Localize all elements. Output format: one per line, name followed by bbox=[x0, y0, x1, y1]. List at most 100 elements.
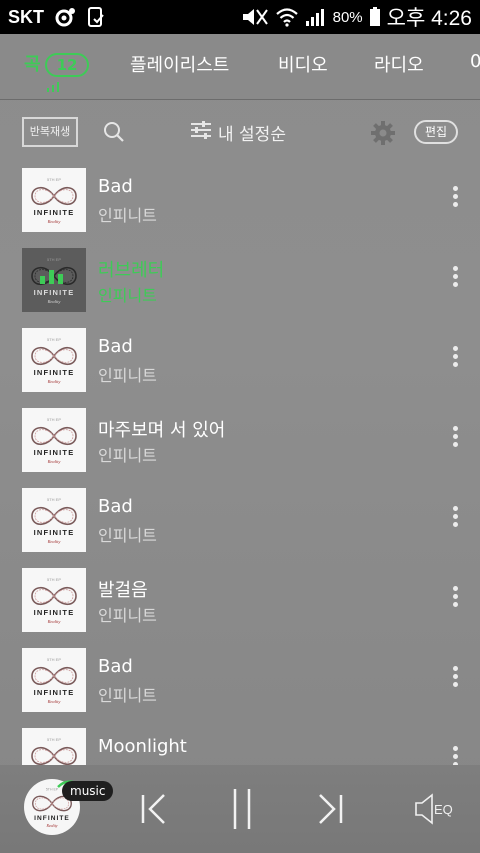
infinite-album-art: 5TH EP INFINITE Reality bbox=[31, 577, 77, 624]
song-title: Bad bbox=[98, 496, 133, 517]
now-playing-bars-icon bbox=[40, 270, 63, 284]
song-title: 러브레터 bbox=[98, 260, 165, 281]
svg-text:INFINITE: INFINITE bbox=[34, 368, 75, 377]
song-title: 마주보며 서 있어 bbox=[98, 420, 226, 441]
battery-icon bbox=[369, 7, 381, 27]
more-options-icon[interactable] bbox=[451, 266, 459, 292]
song-thumbnail: 5TH EP INFINITE Reality bbox=[22, 248, 86, 312]
song-artist: 인피니트 bbox=[98, 686, 157, 705]
phone-check-icon bbox=[86, 6, 106, 28]
svg-text:5TH EP: 5TH EP bbox=[47, 737, 61, 742]
svg-text:INFINITE: INFINITE bbox=[34, 528, 75, 537]
tab-bar: 곡 12 플레이리스트 비디오 라디오 0 bbox=[0, 34, 480, 100]
svg-text:INFINITE: INFINITE bbox=[34, 815, 70, 822]
infinite-album-art: 5TH EP INFINITE Reality bbox=[31, 417, 77, 464]
infinite-album-art: 5TH EP INFINITE Reality bbox=[31, 177, 77, 224]
svg-text:Reality: Reality bbox=[47, 219, 61, 224]
repeat-button[interactable]: 반복재생 bbox=[22, 117, 78, 147]
song-row[interactable]: 5TH EP INFINITE Reality Bad 인피니트 bbox=[0, 322, 480, 402]
sort-button[interactable]: 내 설정순 bbox=[190, 120, 286, 145]
song-thumbnail: 5TH EP INFINITE Reality bbox=[22, 648, 86, 712]
song-thumbnail: 5TH EP INFINITE Reality bbox=[22, 728, 86, 765]
infinite-album-art: 5TH EP INFINITE Reality bbox=[31, 497, 77, 544]
svg-text:Reality: Reality bbox=[47, 699, 61, 704]
equalizer-indicator-icon bbox=[47, 82, 59, 92]
song-thumbnail: 5TH EP INFINITE Reality bbox=[22, 408, 86, 472]
svg-text:INFINITE: INFINITE bbox=[34, 608, 75, 617]
song-row[interactable]: 5TH EP INFINITE Reality 러브레터인피니트 bbox=[0, 242, 480, 322]
list-toolbar: 반복재생 내 설정순 편집 bbox=[0, 100, 480, 162]
svg-text:Reality: Reality bbox=[47, 539, 61, 544]
svg-text:Reality: Reality bbox=[45, 823, 57, 828]
svg-text:5TH EP: 5TH EP bbox=[47, 577, 61, 582]
svg-text:5TH EP: 5TH EP bbox=[47, 337, 61, 342]
more-options-icon[interactable] bbox=[451, 746, 459, 765]
more-options-icon[interactable] bbox=[451, 666, 459, 692]
mini-player: 5TH EP INFINITE Reality music EQ bbox=[0, 765, 480, 853]
edit-button[interactable]: 편집 bbox=[414, 120, 458, 144]
song-thumbnail: 5TH EP INFINITE Reality bbox=[22, 328, 86, 392]
tab-playlist[interactable]: 플레이리스트 bbox=[130, 51, 229, 77]
tab-songs[interactable]: 곡 12 bbox=[24, 50, 90, 77]
song-artist: 인피니트 bbox=[98, 366, 157, 385]
svg-text:INFINITE: INFINITE bbox=[34, 208, 75, 217]
svg-text:5TH EP: 5TH EP bbox=[47, 417, 61, 422]
next-icon[interactable] bbox=[316, 789, 344, 833]
sort-label: 내 설정순 bbox=[218, 125, 286, 145]
song-title: Bad bbox=[98, 176, 133, 197]
svg-text:INFINITE: INFINITE bbox=[34, 448, 75, 457]
more-options-icon[interactable] bbox=[451, 346, 459, 372]
song-row[interactable]: 5TH EP INFINITE Reality Bad 인피니트 bbox=[0, 642, 480, 722]
tab-next-partial[interactable]: 0 bbox=[470, 51, 480, 72]
carrier-label: SKT bbox=[8, 6, 44, 27]
svg-text:Reality: Reality bbox=[47, 379, 61, 384]
more-options-icon[interactable] bbox=[451, 186, 459, 212]
sliders-icon bbox=[190, 120, 212, 145]
song-thumbnail: 5TH EP INFINITE Reality bbox=[22, 488, 86, 552]
more-options-icon[interactable] bbox=[451, 426, 459, 452]
song-title: Bad bbox=[98, 336, 133, 357]
signal-icon bbox=[305, 7, 327, 27]
song-row[interactable]: 5TH EP INFINITE Reality Moonlight인피니트 bbox=[0, 722, 480, 765]
infinite-album-art: 5TH EP INFINITE Reality bbox=[31, 657, 77, 704]
svg-text:5TH EP: 5TH EP bbox=[47, 497, 61, 502]
song-artist: 인피니트 bbox=[98, 286, 157, 305]
gear-icon[interactable] bbox=[370, 120, 396, 150]
more-options-icon[interactable] bbox=[451, 506, 459, 532]
svg-text:Reality: Reality bbox=[47, 459, 61, 464]
more-options-icon[interactable] bbox=[451, 586, 459, 612]
song-row[interactable]: 5TH EP INFINITE Reality Bad 인피니트 bbox=[0, 482, 480, 562]
eq-label: EQ bbox=[434, 802, 453, 817]
songs-count-badge: 12 bbox=[44, 53, 90, 77]
svg-text:5TH EP: 5TH EP bbox=[47, 657, 61, 662]
song-title: Bad bbox=[98, 656, 133, 677]
search-icon[interactable] bbox=[102, 120, 126, 148]
song-list: 5TH EP INFINITE Reality Bad 인피니트 5TH EP I… bbox=[0, 162, 480, 765]
song-row[interactable]: 5TH EP INFINITE Reality Bad 인피니트 bbox=[0, 162, 480, 242]
previous-icon[interactable] bbox=[140, 789, 168, 833]
song-row[interactable]: 5TH EP INFINITE Reality 마주보며 서 있어인피니트 bbox=[0, 402, 480, 482]
mute-icon bbox=[241, 7, 269, 27]
tab-video[interactable]: 비디오 bbox=[278, 51, 328, 77]
battery-percent: 80% bbox=[332, 8, 363, 26]
tab-songs-label: 곡 bbox=[24, 54, 41, 75]
song-thumbnail: 5TH EP INFINITE Reality bbox=[22, 168, 86, 232]
tab-radio[interactable]: 라디오 bbox=[374, 51, 424, 77]
speaker-eq-icon: EQ bbox=[415, 793, 453, 825]
infinite-album-art: 5TH EP INFINITE Reality bbox=[31, 737, 77, 765]
infinite-album-art: 5TH EP INFINITE Reality bbox=[31, 337, 77, 384]
song-artist: 인피니트 bbox=[98, 206, 157, 225]
music-tag: music bbox=[62, 781, 114, 801]
song-title: Moonlight bbox=[98, 736, 187, 757]
clock: 오후 4:26 bbox=[386, 7, 472, 30]
equalizer-button[interactable]: EQ bbox=[414, 793, 458, 829]
song-thumbnail: 5TH EP INFINITE Reality bbox=[22, 568, 86, 632]
song-row[interactable]: 5TH EP INFINITE Reality 발걸음인피니트 bbox=[0, 562, 480, 642]
pause-icon[interactable] bbox=[230, 787, 254, 835]
svg-text:Reality: Reality bbox=[47, 619, 61, 624]
song-artist: 인피니트 bbox=[98, 446, 157, 465]
status-bar: SKT 80% 오후 4:26 bbox=[0, 0, 480, 34]
record-icon bbox=[54, 6, 76, 28]
song-title: 발걸음 bbox=[98, 580, 148, 601]
song-artist: 인피니트 bbox=[98, 606, 157, 625]
